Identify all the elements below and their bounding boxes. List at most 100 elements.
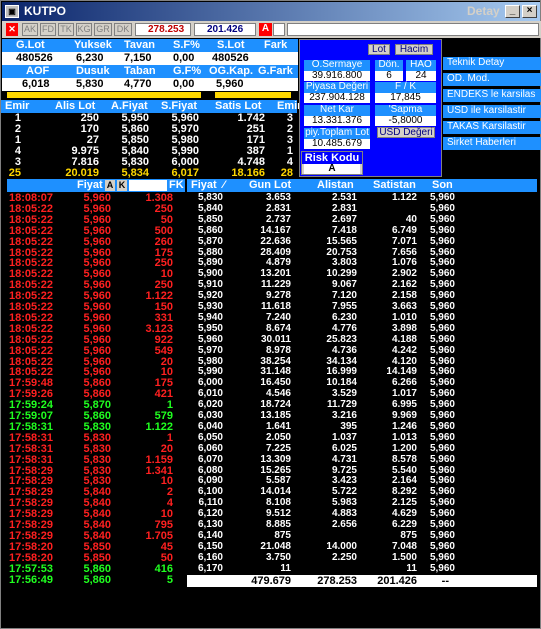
depth-hdr-fiyat: Fiyat	[191, 179, 217, 191]
depth-cell-son: 5,960	[429, 355, 455, 367]
depth-cell-price: 6,150	[197, 540, 223, 552]
hacim-button[interactable]: Hacim	[395, 44, 433, 55]
depth-cell-son: 5,960	[429, 508, 455, 520]
usd-value-button[interactable]: USD Değeri	[377, 127, 435, 138]
depth-row: 6,110 8.108 5.983 2.125 5,960	[187, 497, 537, 508]
depth-cell-gun-lot: 1.641	[265, 420, 291, 432]
depth-cell-price: 6,130	[197, 519, 223, 530]
tool-ak[interactable]: AK	[22, 23, 38, 36]
depth-cell-son: 5,960	[429, 213, 455, 225]
od-mod-button[interactable]: OD. Mod.	[443, 73, 541, 86]
depth-cell-gun-lot: 15.265	[260, 464, 291, 476]
depth-cell-son: 5,960	[429, 551, 455, 563]
toolbar-field-1[interactable]	[273, 23, 285, 36]
depth-cell-price: 5,920	[197, 290, 223, 302]
depth-cell-son: 5,960	[429, 410, 455, 421]
depth-cell-gun-lot: 31.148	[260, 366, 291, 378]
total-satistan: 201.426	[377, 575, 417, 587]
depth-cell-son: 5,960	[429, 322, 455, 334]
trade-row: 17:56:49 5,860 5	[7, 574, 183, 586]
depth-cell-son: 5,960	[429, 399, 455, 411]
depth-cell-price: 6,040	[197, 420, 223, 432]
depth-cell-son: 5,960	[429, 202, 455, 214]
depth-cell-alistan: 10.184	[326, 377, 357, 389]
depth-cell-price: 6,080	[197, 464, 223, 476]
depth-cell-alistan: 5.722	[331, 486, 357, 498]
title-bar[interactable]: ▣ KUTPO Detay _ ×	[2, 2, 540, 21]
depth-row: 6,050 2.050 1.037 1.013 5,960	[187, 432, 537, 443]
depth-cell-gun-lot: 9.278	[265, 290, 291, 302]
toolbar-field-2[interactable]	[287, 23, 539, 36]
tool-dk[interactable]: DK	[114, 23, 132, 36]
tool-fd[interactable]: FD	[40, 23, 56, 36]
depth-row: 5,900 13.201 10.299 2.902 5,960	[187, 268, 537, 279]
risk-value: A	[304, 164, 360, 174]
a-button[interactable]: A	[259, 23, 272, 36]
summary-values-2: 6,018 5,830 4,770 0,00 5,960	[2, 78, 298, 91]
val-taban: 4,770	[124, 78, 152, 90]
window-title: KUTPO	[24, 4, 66, 18]
trade-quantity: 5	[166, 573, 173, 586]
depth-cell-son: 5,960	[429, 301, 455, 312]
trades-filter-input[interactable]	[129, 180, 167, 191]
total-buy-volume: 278.253	[135, 23, 191, 36]
book-hdr-afiyat: A.Fiyat	[111, 100, 148, 112]
depth-cell-alistan: 4.731	[331, 453, 357, 465]
hdr-fark: Fark	[264, 39, 288, 51]
tool-gr[interactable]: GR	[94, 23, 112, 36]
book-hdr-emir-buy: Emir	[5, 100, 30, 112]
depth-cell-alistan: 4.883	[331, 508, 357, 520]
book-total-a-fiyat: 5,834	[121, 167, 149, 179]
trades-header: Fiyat A K FK	[7, 179, 185, 192]
hdr-glot: G.Lot	[16, 39, 45, 51]
teknik-detay-button[interactable]: Teknik Detay	[443, 57, 541, 70]
lot-button[interactable]: Lot	[368, 44, 390, 55]
summary-header-2: AOF Dusuk Taban G.F% OG.Kap. G.Fark	[2, 65, 298, 78]
app-icon: ▣	[5, 5, 19, 18]
endeks-compare-button[interactable]: ENDEKS le karsilas	[443, 89, 541, 102]
depth-row: 6,040 1.641 395 1.246 5,960	[187, 421, 537, 432]
tool-kg[interactable]: KG	[76, 23, 92, 36]
depth-cell-gun-lot: 2.737	[265, 213, 291, 225]
total-alistan: 278.253	[317, 575, 357, 587]
depth-cell-price: 6,110	[198, 497, 223, 509]
depth-row: 5,850 2.737 2.697 40 5,960	[187, 214, 537, 225]
close-tool-icon[interactable]: ✕	[6, 23, 18, 36]
sirket-haberleri-button[interactable]: Sirket Haberleri	[443, 137, 541, 150]
depth-row: 6,060 7.225 6.025 1.200 5,960	[187, 443, 537, 454]
trades-k-button[interactable]: K	[117, 180, 127, 191]
close-button[interactable]: ×	[522, 5, 537, 18]
depth-total-row: 479.679 278.253 201.426 --	[187, 575, 537, 587]
tool-tk[interactable]: TK	[58, 23, 74, 36]
takas-compare-button[interactable]: TAKAS Karsilastir	[443, 121, 541, 134]
depth-row: 5,990 31.148 16.999 14.149 5,960	[187, 366, 537, 377]
depth-cell-alistan: 1.037	[331, 431, 357, 443]
hdr-dusuk: Dusuk	[76, 65, 110, 77]
depth-cell-alistan: 7.120	[331, 290, 357, 302]
depth-cell-price: 6,020	[197, 399, 223, 411]
depth-cell-alistan: 9.725	[331, 464, 357, 476]
depth-cell-gun-lot: 13.201	[260, 268, 291, 280]
trade-time: 17:56:49	[9, 573, 54, 586]
depth-cell-price: 6,160	[197, 551, 223, 563]
hdr-taban: Taban	[124, 65, 156, 77]
usd-compare-button[interactable]: USD ile karsilastir	[443, 105, 541, 118]
depth-cell-price: 5,880	[197, 246, 223, 258]
depth-row: 5,860 14.167 7.418 6.749 5,960	[187, 225, 537, 236]
depth-header: Fiyat ⁄ Gun Lot Alistan Satistan Son	[187, 179, 537, 192]
detay-label: Detay	[467, 4, 500, 18]
main-window: ▣ KUTPO Detay _ × ✕ AK FD TK KG GR DK 27…	[0, 0, 541, 629]
minimize-button[interactable]: _	[505, 5, 520, 18]
depth-cell-price: 5,860	[197, 224, 223, 236]
depth-cell-gun-lot: 7.240	[265, 311, 291, 323]
depth-cell-alistan: 20.753	[326, 246, 357, 258]
depth-cell-alistan: 3.423	[331, 475, 357, 487]
depth-row: 5,930 11.618 7.955 3.663 5,960	[187, 301, 537, 312]
depth-cell-alistan: 4.736	[331, 344, 357, 356]
depth-row: 6,020 18.724 11.729 6.995 5,960	[187, 399, 537, 410]
depth-row: 5,920 9.278 7.120 2.158 5,960	[187, 290, 537, 301]
trades-a-button[interactable]: A	[105, 180, 115, 191]
depth-cell-son: 5,960	[429, 192, 455, 203]
sort-icon[interactable]: ⁄	[223, 179, 225, 191]
depth-cell-son: 5,960	[429, 562, 455, 574]
